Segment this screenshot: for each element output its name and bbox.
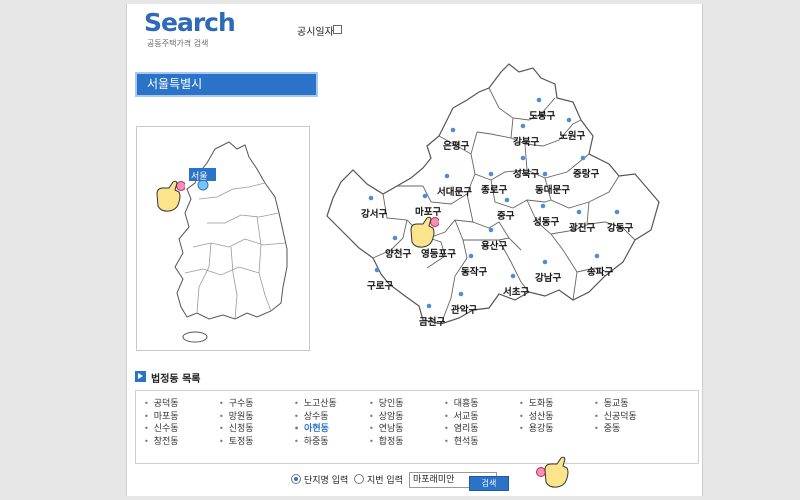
dong-item[interactable]: 공덕동 [144, 398, 219, 411]
district-dot[interactable] [576, 209, 582, 215]
korea-overview-map: 서울 [136, 126, 310, 351]
district-label[interactable]: 구로구 [367, 278, 393, 292]
dong-item[interactable]: 성산동 [519, 411, 594, 424]
brand-title: Search [144, 8, 236, 37]
district-label[interactable]: 용산구 [481, 238, 507, 252]
dong-item[interactable]: 도화동 [519, 398, 594, 411]
brand-subtitle: 공동주택가격 검색 [147, 39, 209, 48]
pointer-hand-icon [156, 180, 185, 212]
district-label[interactable]: 강남구 [535, 270, 561, 284]
seoul-district-map: 도봉구 강북구 노원구 은평구 성북구 중랑구 종로구 서대문구 동대문구 강서구 마포구 중구 성동구… [323, 62, 663, 328]
district-label[interactable]: 서대문구 [437, 184, 472, 198]
district-dot[interactable] [614, 209, 620, 215]
district-label[interactable]: 강동구 [607, 220, 633, 234]
radio-lot-number-label: 지번 입력 [367, 476, 403, 486]
dong-item[interactable]: 망원동 [219, 411, 294, 424]
dong-item[interactable]: 하중동 [294, 436, 369, 449]
district-dot[interactable] [520, 155, 526, 161]
dong-item[interactable]: 창전동 [144, 436, 219, 449]
dong-item[interactable]: 토정동 [219, 436, 294, 449]
radio-complex-name-label: 단지명 입력 [304, 476, 349, 486]
district-label[interactable]: 서초구 [503, 284, 529, 298]
radio-lot-number[interactable] [354, 474, 364, 484]
dong-item[interactable]: 염리동 [444, 423, 519, 436]
district-label[interactable]: 관악구 [451, 302, 477, 316]
district-label[interactable]: 동대문구 [535, 182, 570, 196]
dong-list-title: 법정동 목록 [151, 374, 201, 385]
district-dot[interactable] [542, 259, 548, 265]
search-button[interactable]: 검색 [469, 476, 509, 491]
district-label[interactable]: 종로구 [481, 182, 507, 196]
district-dot[interactable] [426, 303, 432, 309]
arrow-right-icon [135, 371, 146, 382]
district-dot[interactable] [374, 267, 380, 273]
district-dot[interactable] [458, 291, 464, 297]
main-panel: Search 공동주택가격 검색 공시일자 서울특별시 서울 도봉구강북구 노원구… [126, 4, 703, 496]
announcement-date-label: 공시일자 [297, 27, 334, 38]
district-label[interactable]: 노원구 [559, 128, 585, 142]
dong-item[interactable]: 노고산동 [294, 398, 369, 411]
district-label[interactable]: 광진구 [569, 220, 595, 234]
district-dot[interactable] [536, 97, 542, 103]
brand: Search 공동주택가격 검색 [144, 8, 236, 49]
pointer-hand-icon-map [410, 216, 439, 248]
district-dot[interactable] [450, 127, 456, 133]
district-label[interactable]: 강서구 [361, 206, 387, 220]
dong-grid: 공덕동구수동노고산동당인동대흥동도화동동교동마포동망원동상수동상암동서교동성산동… [144, 398, 669, 448]
district-dot[interactable] [468, 253, 474, 259]
district-label[interactable]: 성북구 [513, 166, 539, 180]
district-dot[interactable] [540, 203, 546, 209]
district-label[interactable]: 중구 [497, 208, 514, 222]
dong-item[interactable]: 서교동 [444, 411, 519, 424]
district-dot[interactable] [510, 273, 516, 279]
district-dot[interactable] [504, 197, 510, 203]
dong-item[interactable]: 중동 [594, 423, 669, 436]
district-dot[interactable] [392, 235, 398, 241]
dong-item[interactable]: 연남동 [369, 423, 444, 436]
district-label[interactable]: 동작구 [461, 264, 487, 278]
pointer-hand-icon-button [536, 456, 569, 488]
district-dot[interactable] [542, 171, 548, 177]
dong-item[interactable]: 현석동 [444, 436, 519, 449]
district-dot[interactable] [566, 117, 572, 123]
district-dot[interactable] [580, 155, 586, 161]
district-label[interactable]: 중랑구 [573, 166, 599, 180]
district-dot[interactable] [422, 193, 428, 199]
district-dot[interactable] [444, 173, 450, 179]
seoul-label[interactable]: 서울 [191, 169, 208, 182]
district-dot[interactable] [594, 253, 600, 259]
radio-complex-name[interactable] [291, 474, 301, 484]
dong-list-box: 공덕동구수동노고산동당인동대흥동도화동동교동마포동망원동상수동상암동서교동성산동… [135, 390, 699, 464]
dong-item[interactable]: 구수동 [219, 398, 294, 411]
dong-item[interactable]: 상암동 [369, 411, 444, 424]
korea-map-svg [174, 141, 288, 343]
jeju-island [182, 331, 208, 343]
dong-item[interactable]: 신수동 [144, 423, 219, 436]
selected-region-title[interactable]: 서울특별시 [135, 72, 318, 97]
dong-item[interactable]: 마포동 [144, 411, 219, 424]
district-dot[interactable] [488, 227, 494, 233]
dong-item[interactable]: 신정동 [219, 423, 294, 436]
dong-item[interactable]: 대흥동 [444, 398, 519, 411]
district-dot[interactable] [368, 195, 374, 201]
district-label[interactable]: 도봉구 [529, 108, 555, 122]
dong-item[interactable]: 상수동 [294, 411, 369, 424]
district-label[interactable]: 성동구 [533, 214, 559, 228]
district-label[interactable]: 송파구 [587, 264, 613, 278]
district-label[interactable]: 금천구 [419, 314, 445, 328]
dong-item[interactable]: 합정동 [369, 436, 444, 449]
dong-item[interactable]: 당인동 [369, 398, 444, 411]
district-label[interactable]: 강북구 [513, 134, 539, 148]
district-label[interactable]: 은평구 [443, 138, 469, 152]
district-dot[interactable] [520, 123, 526, 129]
dong-item[interactable]: 용강동 [519, 423, 594, 436]
dong-item[interactable]: 아현동 [294, 423, 369, 436]
district-dot[interactable] [488, 171, 494, 177]
dong-item[interactable]: 신공덕동 [594, 411, 669, 424]
announcement-date-checkbox[interactable] [333, 25, 342, 34]
dong-item[interactable]: 동교동 [594, 398, 669, 411]
